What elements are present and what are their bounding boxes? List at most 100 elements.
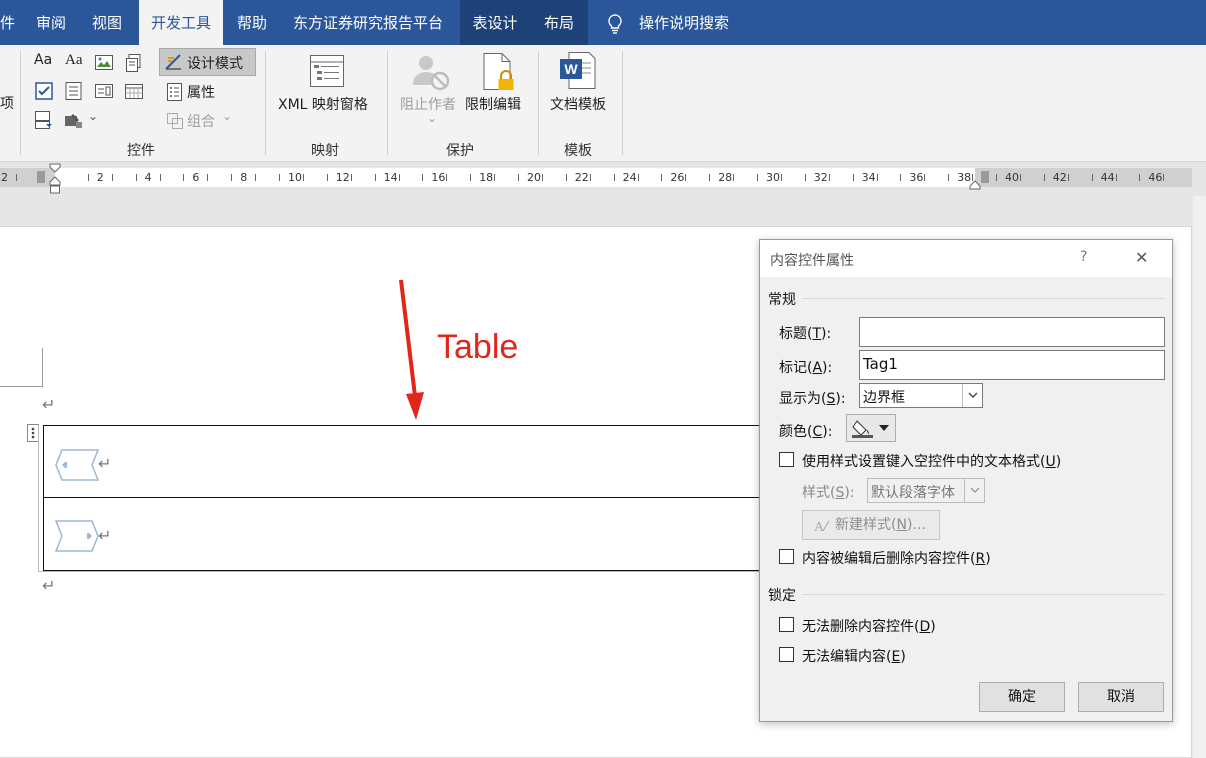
tell-me-search[interactable]: 操作说明搜索 [606,0,756,45]
building-block-control-icon[interactable] [124,53,144,73]
cannot-delete-checkbox[interactable] [779,617,794,632]
ruler-tick [589,174,591,181]
help-button[interactable]: ? [1080,249,1087,265]
cannot-edit-checkbox[interactable] [779,647,794,662]
repeating-section-control-icon[interactable] [34,110,54,130]
color-picker-button[interactable] [846,414,896,442]
design-mode-button[interactable]: 设计模式 [159,48,256,76]
svg-text:A: A [814,520,825,534]
document-template-button[interactable]: 文档模板 [550,94,606,114]
right-indent-marker-icon[interactable] [969,180,981,190]
table-column-marker-icon[interactable] [36,170,46,184]
ruler-tick [279,174,280,181]
group-icon [167,113,183,129]
dropdown-list-control-icon[interactable] [94,81,114,101]
rich-text-control-icon[interactable]: Aa [34,52,52,68]
ruler-tick [494,174,496,181]
tag-input[interactable]: Tag1 [859,350,1165,380]
show-as-select[interactable]: 边界框 [859,383,983,408]
group-separator [622,51,623,155]
combo-box-control-icon[interactable] [64,81,84,101]
table-outline-border [38,571,763,572]
table-outline-border [38,425,39,572]
section-divider [802,594,1165,595]
ruler-number: 40 [1005,171,1019,184]
ruler-number: 14 [383,171,398,184]
ruler-tick [1139,174,1141,181]
paragraph-mark: ↵ [42,395,56,414]
group-button[interactable]: 组合 [187,111,215,131]
tab-layout[interactable]: 布局 [530,0,588,45]
plain-text-control-icon[interactable]: Aa [65,52,83,69]
cannot-edit-label: 无法编辑内容(E) [802,649,906,665]
ruler-tick [303,174,304,181]
ruler-tick [207,174,209,181]
chevron-down-icon[interactable]: ⌄ [88,109,98,123]
group-label-templates: 模板 [564,143,592,159]
content-control-end-tag-icon[interactable] [54,519,100,553]
section-general-heading: 常规 [768,292,796,308]
cannot-delete-label: 无法删除内容控件(D) [802,619,936,635]
ruler-number: 16 [431,171,446,184]
ruler-tick [111,174,113,181]
ruler-tick [470,174,472,181]
margin-corner-mark [42,348,43,386]
tab-table-design[interactable]: 表设计 [460,0,530,45]
ruler-number: 34 [861,171,876,184]
restrict-editing-icon [483,53,514,90]
group-separator [265,51,266,155]
tab-developer[interactable]: 开发工具 [139,0,223,45]
content-control-start-tag-icon[interactable] [54,448,100,482]
ruler-tick [231,174,233,181]
ruler-tick [398,174,400,181]
ruler-number: 2 [1,171,8,184]
ruler-tick [183,174,185,181]
ruler-tick [996,174,997,181]
ruler-tick [518,174,519,181]
checkbox-control-icon[interactable] [34,81,54,101]
ribbon: 项 Aa Aa ⌄ 设计模式 属性 组合 ⌄ 控件 XML 映射窗格 映射 阻止… [0,45,1206,162]
ruler-tick [326,174,328,181]
chevron-down-icon [970,487,980,493]
indent-marker-icon[interactable] [48,163,62,195]
design-mode-icon [165,54,181,70]
ruler-number: 10 [288,171,302,184]
tab-review[interactable]: 审阅 [36,0,66,45]
tab-help[interactable]: 帮助 [237,0,267,45]
tab-view[interactable]: 视图 [92,0,122,45]
ruler-number: 18 [479,171,494,184]
date-picker-control-icon[interactable] [124,81,144,101]
ruler-tick [1115,174,1117,181]
remove-when-edited-checkbox[interactable] [779,549,794,564]
use-style-checkbox[interactable] [779,452,794,467]
table-column-marker-icon[interactable] [980,170,990,184]
properties-button[interactable]: 属性 [187,82,215,102]
ruler-tick [924,174,926,181]
close-icon[interactable]: ✕ [1135,248,1148,267]
ruler-tick [374,174,376,181]
legacy-tools-icon[interactable] [64,110,84,130]
table-row-divider [44,497,764,498]
chevron-down-icon: ⌄ [222,109,233,123]
ruler-tick [446,174,448,181]
margin-corner-mark [0,386,43,387]
xml-mapping-pane-button[interactable]: XML 映射窗格 [278,94,368,114]
new-style-button[interactable]: A 新建样式(N)... [802,510,940,540]
vertical-scrollbar[interactable] [1193,196,1206,758]
lightbulb-icon [608,14,622,34]
ruler-number: 24 [622,171,637,184]
tab-file[interactable]: 件 [0,0,22,45]
title-input[interactable] [859,317,1165,347]
ok-button[interactable]: 确定 [979,682,1065,712]
ruler-number: 4 [144,171,152,184]
section-locking-heading: 锁定 [768,588,796,604]
word-document-template-icon: W [560,52,596,89]
ruler-tick [16,174,17,181]
cancel-button[interactable]: 取消 [1078,682,1164,712]
style-select[interactable]: 默认段落字体 [867,478,985,503]
ruler-tick [637,174,639,181]
picture-control-icon[interactable] [94,53,114,73]
tab-orient-research[interactable]: 东方证券研究报告平台 [293,0,443,45]
restrict-editing-button[interactable]: 限制编辑 [465,94,521,114]
document-table[interactable] [43,425,764,571]
